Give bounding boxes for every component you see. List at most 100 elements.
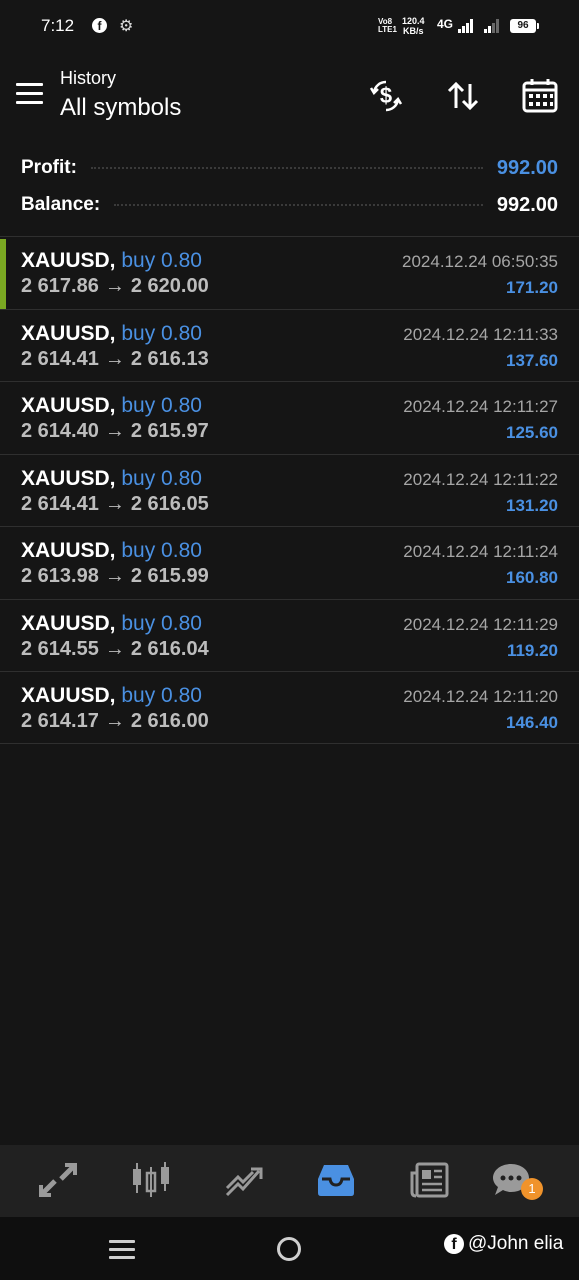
news-icon[interactable] — [408, 1159, 450, 1201]
trade-row[interactable]: XAUUSD, buy 0.80 2 614.41 → 2 616.13 2024.… — [0, 308, 579, 382]
watermark-text: @John elia — [468, 1233, 564, 1254]
trade-side: buy 0.80 — [121, 684, 202, 707]
trade-symbol: XAUUSD, — [21, 611, 116, 635]
trade-open-price: 2 617.86 — [21, 275, 99, 297]
signal-strength-sim2-icon — [484, 19, 500, 33]
dotted-leader — [114, 204, 483, 206]
trade-profit: 171.20 — [506, 278, 558, 297]
trade-time: 2024.12.24 12:11:20 — [403, 687, 558, 706]
arrow-right-icon: → — [104, 420, 125, 442]
trade-profit: 119.20 — [506, 640, 558, 660]
network-type: 4G — [437, 17, 454, 31]
profit-value: 992.00 — [496, 156, 558, 179]
trade-close-price: 2 616.05 — [130, 492, 209, 515]
trade-side: buy 0.80 — [121, 249, 202, 272]
page-title[interactable]: All symbols — [60, 94, 181, 122]
trade-side: buy 0.80 — [121, 394, 202, 417]
trade-profit: 160.80 — [506, 568, 558, 587]
trade-time: 2024.12.24 12:11:24 — [403, 542, 558, 561]
arrow-right-icon: → — [104, 637, 125, 660]
trade-time: 2024.12.24 12:11:22 — [403, 469, 558, 489]
trade-close-price: 2 620.00 — [130, 275, 209, 297]
balance-row: Balance: 992.00 — [21, 190, 558, 220]
trade-open-price: 2 614.41 — [21, 492, 99, 515]
settings-notification-icon: ⚙ — [119, 18, 134, 35]
trade-open-price: 2 614.55 — [21, 637, 99, 660]
network-speed-unit: KB/s — [403, 26, 424, 36]
calendar-icon[interactable] — [520, 76, 560, 116]
hamburger-menu-button[interactable] — [16, 83, 44, 105]
profit-label: Profit: — [21, 157, 77, 178]
trade-close-price: 2 615.99 — [130, 565, 209, 587]
trade-time: 2024.12.24 06:50:35 — [402, 252, 558, 271]
trade-history-list: XAUUSD, buy 0.80 2 617.86 → 2 620.00 2024.… — [0, 236, 579, 744]
trade-row[interactable]: XAUUSD, buy 0.80 2 613.98 → 2 615.99 2024.… — [0, 526, 579, 599]
trade-profit: 146.40 — [506, 713, 558, 732]
sort-icon[interactable] — [443, 76, 483, 116]
battery-icon: 96 — [510, 19, 539, 33]
account-summary: Profit: 992.00 Balance: 992.00 — [0, 142, 579, 236]
page-subtitle: History — [60, 68, 117, 88]
chart-line-icon[interactable] — [223, 1159, 265, 1201]
trade-row[interactable]: XAUUSD, buy 0.80 2 617.86 → 2 620.00 2024.… — [0, 236, 579, 309]
trade-close-price: 2 615.97 — [130, 420, 209, 442]
trade-symbol: XAUUSD, — [21, 249, 116, 272]
volte-indicator: Vo8 LTE1 — [378, 17, 397, 34]
trade-row[interactable]: XAUUSD, buy 0.80 2 614.41 → 2 616.05 2024.… — [0, 453, 579, 527]
trade-close-price: 2 616.00 — [130, 710, 209, 732]
history-inbox-icon[interactable] — [315, 1159, 357, 1201]
profit-row: Profit: 992.00 — [21, 153, 558, 183]
messages-badge: 1 — [521, 1178, 543, 1200]
trade-side: buy 0.80 — [121, 539, 202, 562]
trade-time: 2024.12.24 12:11:33 — [403, 324, 558, 344]
arrow-right-icon: → — [104, 347, 125, 370]
trade-time: 2024.12.24 12:11:27 — [403, 397, 558, 416]
app-toolbar: History All symbols $ — [0, 52, 579, 142]
trade-symbol: XAUUSD, — [21, 394, 116, 417]
system-navigation-bar: f @John elia — [0, 1217, 579, 1280]
watermark: f @John elia — [444, 1233, 563, 1255]
trade-side: buy 0.80 — [121, 466, 202, 490]
trade-open-price: 2 614.17 — [21, 710, 99, 732]
balance-value: 992.00 — [496, 193, 558, 216]
trade-symbol: XAUUSD, — [21, 466, 116, 490]
trade-time: 2024.12.24 12:11:29 — [403, 614, 558, 634]
currency-exchange-icon[interactable]: $ — [366, 76, 406, 116]
selected-indicator — [0, 239, 6, 309]
trade-open-price: 2 613.98 — [21, 565, 99, 587]
balance-label: Balance: — [21, 194, 101, 215]
trade-side: buy 0.80 — [121, 611, 202, 635]
dotted-leader — [90, 167, 483, 169]
recent-apps-button[interactable] — [109, 1240, 135, 1260]
trade-icon[interactable] — [37, 1159, 79, 1201]
trade-row[interactable]: XAUUSD, buy 0.80 2 614.17 → 2 616.00 2024.… — [0, 671, 579, 744]
arrow-right-icon: → — [104, 275, 125, 297]
trade-side: buy 0.80 — [121, 321, 202, 345]
trade-row[interactable]: XAUUSD, buy 0.80 2 614.55 → 2 616.04 2024.… — [0, 598, 579, 672]
trade-symbol: XAUUSD, — [21, 539, 116, 562]
facebook-notification-icon: f — [92, 18, 107, 33]
facebook-logo-icon: f — [444, 1234, 464, 1254]
status-bar: 7:12 f ⚙ Vo8 LTE1 120.4 KB/s 4G 96 — [0, 0, 579, 52]
trade-row[interactable]: XAUUSD, buy 0.80 2 614.40 → 2 615.97 2024.… — [0, 381, 579, 454]
status-time: 7:12 — [41, 16, 75, 35]
svg-text:$: $ — [380, 83, 392, 108]
network-speed: 120.4 KB/s — [402, 16, 425, 36]
trade-symbol: XAUUSD, — [21, 684, 116, 707]
trade-close-price: 2 616.04 — [130, 637, 209, 660]
trade-open-price: 2 614.40 — [21, 420, 99, 442]
trade-open-price: 2 614.41 — [21, 347, 99, 370]
arrow-right-icon: → — [104, 492, 125, 515]
trade-close-price: 2 616.13 — [130, 347, 209, 370]
arrow-right-icon: → — [104, 565, 125, 587]
network-speed-value: 120.4 — [402, 16, 425, 26]
chart-candles-icon[interactable] — [130, 1159, 172, 1201]
arrow-right-icon: → — [104, 710, 125, 732]
trade-profit: 131.20 — [506, 495, 558, 515]
trade-profit: 125.60 — [506, 423, 558, 442]
signal-strength-icon — [458, 19, 474, 33]
home-button[interactable] — [277, 1237, 301, 1261]
trade-profit: 137.60 — [506, 350, 558, 370]
bottom-tab-bar: 1 — [0, 1145, 579, 1217]
trade-symbol: XAUUSD, — [21, 321, 116, 345]
